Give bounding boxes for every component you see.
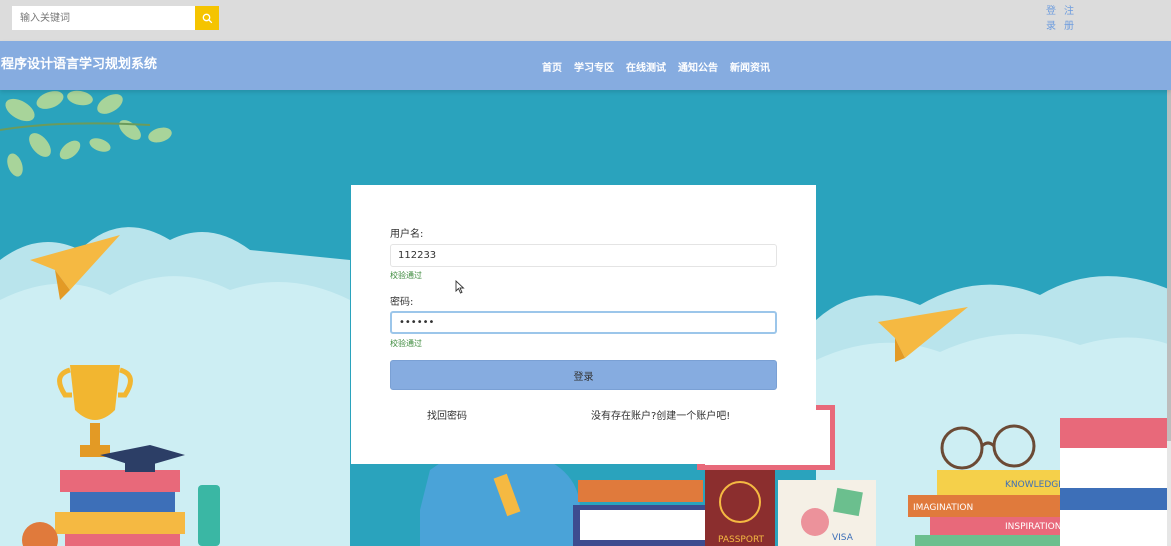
username-input[interactable]	[390, 244, 777, 267]
leaves-decoration	[0, 90, 172, 177]
mouse-pointer-icon	[455, 280, 465, 294]
bottle	[198, 485, 220, 546]
password-label: 密码:	[390, 297, 414, 308]
username-valid-message: 校验通过	[390, 271, 422, 280]
imagination-label: IMAGINATION	[913, 503, 973, 513]
nav-item-study-zone[interactable]: 学习专区	[574, 59, 614, 74]
nav-menu: 首页 学习专区 在线测试 通知公告 新闻资讯	[542, 59, 770, 74]
navbar: 程序设计语言学习规划系统 首页 学习专区 在线测试 通知公告 新闻资讯	[0, 41, 1171, 90]
auth-links: 登录 注册	[1046, 4, 1076, 34]
top-bar: 登录 注册	[0, 0, 1171, 41]
username-label: 用户名:	[390, 229, 424, 240]
search-icon	[202, 13, 212, 23]
login-button[interactable]: 登录	[390, 360, 777, 390]
create-account-link[interactable]: 没有存在账户?创建一个账户吧!	[591, 407, 730, 422]
login-link[interactable]: 登录	[1046, 4, 1058, 34]
search-button[interactable]	[195, 6, 219, 30]
nav-item-announcements[interactable]: 通知公告	[678, 59, 718, 74]
search-input[interactable]	[12, 6, 195, 30]
nav-item-news[interactable]: 新闻资讯	[730, 59, 770, 74]
knowledge-label: KNOWLEDGE	[1005, 480, 1064, 490]
scrollbar-thumb[interactable]	[1167, 41, 1171, 441]
site-title: 程序设计语言学习规划系统	[1, 57, 158, 72]
login-card: 用户名: 校验通过 密码: 校验通过 登录 找回密码 没有存在账户?创建一个账户…	[351, 185, 816, 464]
passport-label: PASSPORT	[718, 535, 765, 545]
password-input[interactable]	[390, 311, 777, 334]
visa-label: VISA	[832, 533, 854, 543]
password-valid-message: 校验通过	[390, 339, 422, 348]
register-link[interactable]: 注册	[1064, 4, 1076, 34]
nav-item-online-test[interactable]: 在线测试	[626, 59, 666, 74]
inspiration-label: INSPIRATION	[1005, 522, 1062, 532]
nav-item-home[interactable]: 首页	[542, 59, 562, 74]
forgot-password-link[interactable]: 找回密码	[427, 407, 467, 422]
